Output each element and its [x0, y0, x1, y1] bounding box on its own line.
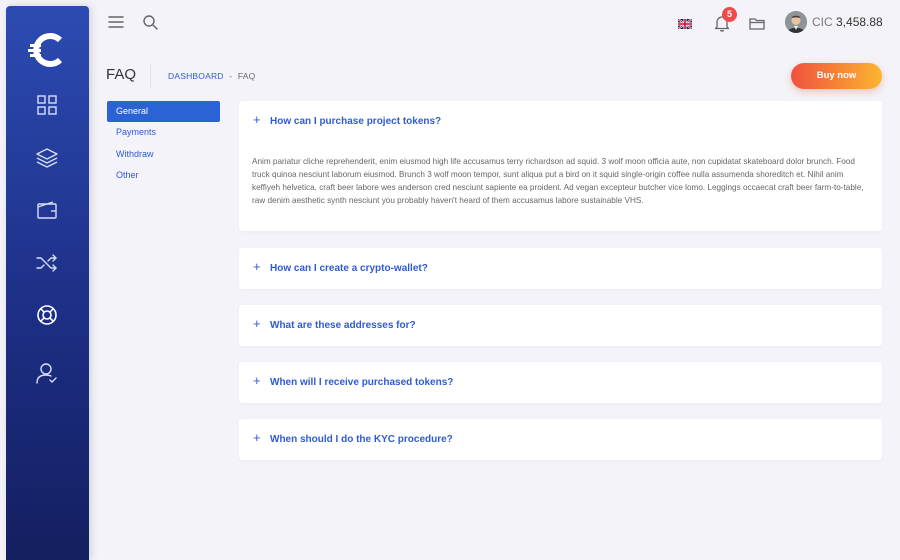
expand-plus-icon[interactable]: +	[253, 317, 261, 330]
breadcrumb-dashboard-link[interactable]: DASHBOARD	[168, 71, 224, 81]
faq-question-header[interactable]: + How can I create a crypto-wallet?	[239, 248, 882, 289]
faq-question[interactable]: How can I create a crypto-wallet?	[270, 263, 428, 274]
expand-plus-icon[interactable]: +	[253, 113, 261, 126]
faq-question-header[interactable]: + How can I purchase project tokens?	[239, 101, 882, 142]
faq-item: + How can I create a crypto-wallet?	[239, 248, 882, 289]
faq-answer: Anim pariatur cliche reprehenderit, enim…	[252, 157, 864, 205]
faq-item: + When should I do the KYC procedure?	[239, 419, 882, 460]
expand-plus-icon[interactable]: +	[253, 374, 261, 387]
avatar[interactable]	[785, 11, 807, 33]
category-other[interactable]: Other	[107, 165, 220, 186]
balance-amount: 3,458.88	[836, 15, 883, 29]
faq-question-header[interactable]: + When should I do the KYC procedure?	[239, 419, 882, 460]
title-divider	[150, 64, 151, 88]
breadcrumb: DASHBOARD - FAQ	[168, 71, 255, 81]
faq-question-header[interactable]: + What are these addresses for?	[239, 305, 882, 346]
wallet-icon[interactable]	[35, 198, 59, 222]
buy-now-button[interactable]: Buy now	[791, 63, 882, 89]
menu-icon[interactable]	[107, 13, 125, 31]
brand-logo[interactable]	[28, 30, 68, 70]
category-withdraw[interactable]: Withdraw	[107, 144, 220, 165]
page-title: FAQ	[106, 66, 137, 83]
faq-item: + What are these addresses for?	[239, 305, 882, 346]
faq-question-header[interactable]: + When will I receive purchased tokens?	[239, 362, 882, 403]
sidebar	[6, 6, 89, 560]
balance-display: CIC 3,458.88	[812, 15, 883, 29]
uk-flag-icon[interactable]	[677, 16, 693, 30]
breadcrumb-separator: -	[229, 71, 233, 81]
faq-question[interactable]: How can I purchase project tokens?	[270, 116, 441, 127]
category-payments[interactable]: Payments	[107, 122, 220, 143]
folder-icon[interactable]	[748, 14, 766, 32]
faq-item: + When will I receive purchased tokens?	[239, 362, 882, 403]
faq-question[interactable]: What are these addresses for?	[270, 320, 416, 331]
layers-icon[interactable]	[35, 146, 59, 170]
dashboard-grid-icon[interactable]	[35, 93, 59, 117]
breadcrumb-current: FAQ	[237, 71, 256, 81]
search-icon[interactable]	[141, 13, 159, 31]
notification-badge: 5	[722, 7, 737, 22]
expand-plus-icon[interactable]: +	[253, 431, 261, 444]
faq-question[interactable]: When should I do the KYC procedure?	[270, 434, 453, 445]
expand-plus-icon[interactable]: +	[253, 260, 261, 273]
shuffle-icon[interactable]	[35, 251, 59, 275]
lifebuoy-icon[interactable]	[35, 303, 59, 327]
category-general[interactable]: General	[107, 101, 220, 122]
balance-currency: CIC	[812, 15, 833, 29]
faq-item: + How can I purchase project tokens? Ani…	[239, 101, 882, 231]
faq-question[interactable]: When will I receive purchased tokens?	[270, 377, 453, 388]
user-icon[interactable]	[35, 361, 59, 385]
